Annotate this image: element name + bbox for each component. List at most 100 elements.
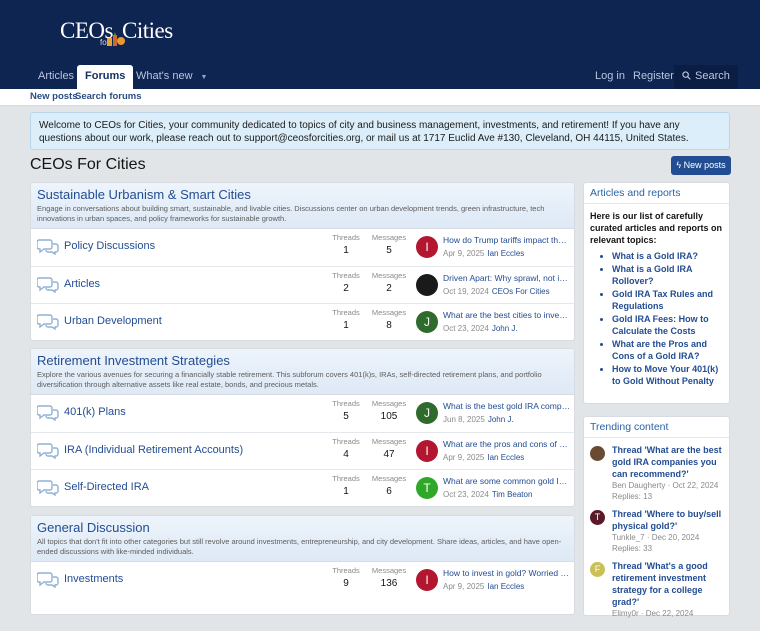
last-post-user[interactable]: John J.	[488, 415, 514, 424]
avatar[interactable]	[416, 274, 438, 296]
site-logo[interactable]: CEOs for Cities	[60, 16, 190, 52]
last-post-date: Oct 19, 2024	[443, 287, 489, 296]
forum-node-row: Articles Threads 2 Messages 2 Driven Apa…	[31, 266, 574, 303]
messages-label: Messages	[371, 437, 407, 446]
category-title[interactable]: Sustainable Urbanism & Smart Cities	[37, 187, 568, 203]
threads-count: 2	[343, 283, 349, 294]
messages-stat: Messages 8	[369, 308, 409, 331]
trending-thread-link[interactable]: Thread 'What are the best gold IRA compa…	[612, 444, 723, 480]
chevron-down-icon[interactable]: ▼	[201, 74, 208, 81]
search-forums-link[interactable]: Search forums	[75, 91, 142, 102]
welcome-notice: Welcome to CEOs for Cities, your communi…	[30, 112, 730, 150]
article-link[interactable]: Gold IRA Tax Rules and Regulations	[612, 288, 723, 313]
last-post-meta: Oct 19, 2024 CEOs For Cities	[443, 287, 550, 296]
articles-sidebar-title[interactable]: Articles and reports	[584, 183, 729, 204]
avatar[interactable]: T	[416, 477, 438, 499]
article-link[interactable]: How to Move Your 401(k) to Gold Without …	[612, 363, 723, 388]
threads-stat: Threads 2	[326, 271, 366, 294]
last-post-title[interactable]: How to invest in gold? Worried ab...	[443, 568, 571, 578]
last-post-user[interactable]: Ian Eccles	[487, 249, 524, 258]
new-posts-button[interactable]: ϟ New posts	[671, 156, 731, 175]
last-post-date: Oct 23, 2024	[443, 490, 489, 499]
category-title[interactable]: General Discussion	[37, 520, 568, 536]
category-description: Engage in conversations about building s…	[37, 204, 545, 223]
forum-node-row: 401(k) Plans Threads 5 Messages 105 J Wh…	[31, 395, 574, 432]
forum-node-title[interactable]: Self-Directed IRA	[64, 481, 149, 493]
last-post-user[interactable]: John J.	[492, 324, 518, 333]
messages-stat: Messages 6	[369, 474, 409, 497]
messages-stat: Messages 2	[369, 271, 409, 294]
forum-node-title[interactable]: Policy Discussions	[64, 240, 155, 252]
threads-label: Threads	[332, 566, 360, 575]
nav-tab-articles[interactable]: Articles	[30, 65, 82, 89]
last-post-date: Oct 23, 2024	[443, 324, 489, 333]
trending-user[interactable]: Ben Daugherty	[612, 481, 665, 490]
search-link[interactable]: Search	[674, 65, 738, 89]
threads-count: 1	[343, 486, 349, 497]
forum-node-title[interactable]: Investments	[64, 573, 123, 585]
last-post-meta: Apr 9, 2025 Ian Eccles	[443, 249, 524, 258]
last-post-user[interactable]: Ian Eccles	[487, 453, 524, 462]
forum-chat-icon	[36, 571, 59, 589]
page-title: CEOs For Cities	[30, 156, 146, 173]
category-header: Sustainable Urbanism & Smart Cities Enga…	[31, 183, 574, 229]
threads-label: Threads	[332, 271, 360, 280]
avatar[interactable]: I	[416, 569, 438, 591]
forum-node-title[interactable]: Articles	[64, 278, 100, 290]
trending-meta: Elimy0r · Dec 22, 2024	[612, 609, 694, 618]
threads-count: 4	[343, 449, 349, 460]
last-post-user[interactable]: CEOs For Cities	[492, 287, 550, 296]
threads-stat: Threads 9	[326, 566, 366, 589]
last-post-user[interactable]: Tim Beaton	[492, 490, 533, 499]
threads-stat: Threads 4	[326, 437, 366, 460]
article-link[interactable]: Gold IRA Fees: How to Calculate the Cost…	[612, 313, 723, 338]
nav-tab-forums[interactable]: Forums	[77, 65, 134, 89]
avatar[interactable]: J	[416, 402, 438, 424]
last-post-user[interactable]: Ian Eccles	[487, 582, 524, 591]
avatar[interactable]: T	[590, 510, 605, 525]
trending-thread-link[interactable]: Thread 'What's a good retirement investm…	[612, 560, 723, 608]
last-post-title[interactable]: Driven Apart: Why sprawl, not insu...	[443, 273, 571, 283]
article-link[interactable]: What is a Gold IRA Rollover?	[612, 263, 723, 288]
messages-count: 136	[380, 578, 398, 589]
avatar[interactable]: F	[590, 562, 605, 577]
threads-count: 5	[343, 411, 349, 422]
avatar[interactable]: I	[416, 236, 438, 258]
category-title[interactable]: Retirement Investment Strategies	[37, 353, 568, 369]
sub-navigation: New posts Search forums	[0, 89, 760, 106]
trending-item: F Thread 'What's a good retirement inves…	[590, 560, 723, 619]
forum-node-title[interactable]: 401(k) Plans	[64, 406, 126, 418]
trending-thread-link[interactable]: Thread 'Where to buy/sell physical gold?…	[612, 508, 723, 532]
forum-node-row: IRA (Individual Retirement Accounts) Thr…	[31, 432, 574, 469]
forum-chat-icon	[36, 404, 59, 422]
messages-label: Messages	[371, 566, 407, 575]
forum-node-row: Investments Threads 9 Messages 136 I How…	[31, 562, 574, 599]
avatar[interactable]	[590, 446, 605, 461]
article-link[interactable]: What are the Pros and Cons of a Gold IRA…	[612, 338, 723, 363]
last-post-title[interactable]: What are the pros and cons of gol...	[443, 439, 571, 449]
avatar[interactable]: I	[416, 440, 438, 462]
trending-item: Thread 'What are the best gold IRA compa…	[590, 444, 723, 502]
messages-label: Messages	[371, 271, 407, 280]
messages-stat: Messages 5	[369, 233, 409, 256]
messages-label: Messages	[371, 308, 407, 317]
article-link[interactable]: What is a Gold IRA?	[612, 250, 723, 263]
bolt-icon: ϟ	[676, 160, 684, 170]
last-post-title[interactable]: What is the best gold IRA compa...	[443, 401, 571, 411]
last-post-title[interactable]: What are some common gold IRA ...	[443, 476, 571, 486]
forum-node-title[interactable]: Urban Development	[64, 315, 162, 327]
avatar[interactable]: J	[416, 311, 438, 333]
forum-node-title[interactable]: IRA (Individual Retirement Accounts)	[64, 444, 243, 456]
trending-user[interactable]: Elimy0r	[612, 609, 639, 618]
threads-count: 1	[343, 245, 349, 256]
nav-tab-whats-new[interactable]: What's new ▼	[128, 65, 215, 89]
threads-label: Threads	[332, 308, 360, 317]
last-post-title[interactable]: How do Trump tariffs impact the ec...	[443, 235, 571, 245]
last-post-meta: Apr 9, 2025 Ian Eccles	[443, 453, 524, 462]
messages-count: 105	[380, 411, 398, 422]
trending-user[interactable]: Tunkle_7	[612, 533, 645, 542]
messages-count: 5	[386, 245, 392, 256]
new-posts-link[interactable]: New posts	[30, 91, 78, 102]
last-post-title[interactable]: What are the best cities to invest i...	[443, 310, 571, 320]
trending-sidebar-title[interactable]: Trending content	[584, 417, 729, 438]
